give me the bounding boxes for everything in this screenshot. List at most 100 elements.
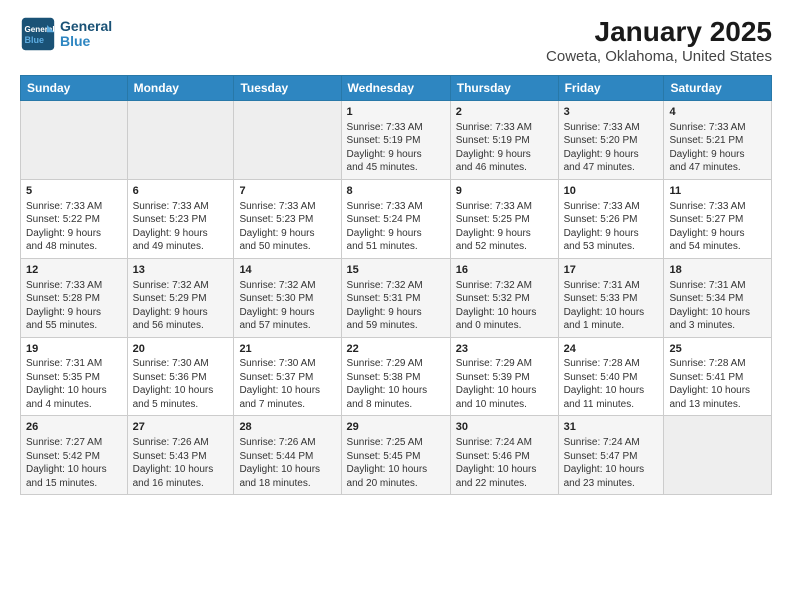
day-number: 22 <box>347 342 445 357</box>
title-block: January 2025 Coweta, Oklahoma, United St… <box>546 16 772 65</box>
calendar-cell: 15Sunrise: 7:32 AM Sunset: 5:31 PM Dayli… <box>341 258 450 337</box>
day-number: 17 <box>564 263 659 278</box>
day-info: Sunrise: 7:31 AM Sunset: 5:34 PM Dayligh… <box>669 279 766 333</box>
calendar-cell: 31Sunrise: 7:24 AM Sunset: 5:47 PM Dayli… <box>558 416 664 495</box>
day-info: Sunrise: 7:33 AM Sunset: 5:20 PM Dayligh… <box>564 121 659 175</box>
day-number: 26 <box>26 420 122 435</box>
day-number: 4 <box>669 105 766 120</box>
calendar-cell: 16Sunrise: 7:32 AM Sunset: 5:32 PM Dayli… <box>450 258 558 337</box>
calendar-cell: 26Sunrise: 7:27 AM Sunset: 5:42 PM Dayli… <box>21 416 128 495</box>
day-info: Sunrise: 7:26 AM Sunset: 5:44 PM Dayligh… <box>239 436 335 490</box>
day-info: Sunrise: 7:33 AM Sunset: 5:22 PM Dayligh… <box>26 200 122 254</box>
day-info: Sunrise: 7:32 AM Sunset: 5:32 PM Dayligh… <box>456 279 553 333</box>
calendar-cell: 17Sunrise: 7:31 AM Sunset: 5:33 PM Dayli… <box>558 258 664 337</box>
calendar-cell: 3Sunrise: 7:33 AM Sunset: 5:20 PM Daylig… <box>558 101 664 180</box>
day-number: 24 <box>564 342 659 357</box>
day-number: 21 <box>239 342 335 357</box>
day-info: Sunrise: 7:33 AM Sunset: 5:24 PM Dayligh… <box>347 200 445 254</box>
weekday-header-wednesday: Wednesday <box>341 76 450 101</box>
page-container: General Blue General Blue January 2025 C… <box>0 0 792 505</box>
day-number: 3 <box>564 105 659 120</box>
day-number: 16 <box>456 263 553 278</box>
calendar-cell: 9Sunrise: 7:33 AM Sunset: 5:25 PM Daylig… <box>450 179 558 258</box>
calendar-week-4: 19Sunrise: 7:31 AM Sunset: 5:35 PM Dayli… <box>21 337 772 416</box>
day-info: Sunrise: 7:29 AM Sunset: 5:39 PM Dayligh… <box>456 357 553 411</box>
logo-text: General Blue <box>60 19 112 50</box>
calendar-cell: 12Sunrise: 7:33 AM Sunset: 5:28 PM Dayli… <box>21 258 128 337</box>
calendar-cell: 4Sunrise: 7:33 AM Sunset: 5:21 PM Daylig… <box>664 101 772 180</box>
header: General Blue General Blue January 2025 C… <box>20 16 772 65</box>
day-number: 13 <box>133 263 229 278</box>
day-info: Sunrise: 7:32 AM Sunset: 5:30 PM Dayligh… <box>239 279 335 333</box>
day-info: Sunrise: 7:24 AM Sunset: 5:46 PM Dayligh… <box>456 436 553 490</box>
day-info: Sunrise: 7:33 AM Sunset: 5:19 PM Dayligh… <box>456 121 553 175</box>
day-number: 29 <box>347 420 445 435</box>
day-info: Sunrise: 7:31 AM Sunset: 5:33 PM Dayligh… <box>564 279 659 333</box>
day-info: Sunrise: 7:28 AM Sunset: 5:41 PM Dayligh… <box>669 357 766 411</box>
day-info: Sunrise: 7:28 AM Sunset: 5:40 PM Dayligh… <box>564 357 659 411</box>
calendar-table: SundayMondayTuesdayWednesdayThursdayFrid… <box>20 75 772 495</box>
calendar-cell: 18Sunrise: 7:31 AM Sunset: 5:34 PM Dayli… <box>664 258 772 337</box>
day-info: Sunrise: 7:32 AM Sunset: 5:29 PM Dayligh… <box>133 279 229 333</box>
day-info: Sunrise: 7:33 AM Sunset: 5:25 PM Dayligh… <box>456 200 553 254</box>
day-number: 6 <box>133 184 229 199</box>
calendar-cell <box>21 101 128 180</box>
logo-icon: General Blue <box>20 16 56 52</box>
day-info: Sunrise: 7:33 AM Sunset: 5:19 PM Dayligh… <box>347 121 445 175</box>
calendar-cell <box>234 101 341 180</box>
calendar-title: January 2025 <box>546 16 772 48</box>
calendar-cell: 28Sunrise: 7:26 AM Sunset: 5:44 PM Dayli… <box>234 416 341 495</box>
calendar-subtitle: Coweta, Oklahoma, United States <box>546 48 772 65</box>
day-number: 28 <box>239 420 335 435</box>
day-number: 12 <box>26 263 122 278</box>
weekday-header-monday: Monday <box>127 76 234 101</box>
calendar-cell: 27Sunrise: 7:26 AM Sunset: 5:43 PM Dayli… <box>127 416 234 495</box>
calendar-cell: 8Sunrise: 7:33 AM Sunset: 5:24 PM Daylig… <box>341 179 450 258</box>
day-number: 20 <box>133 342 229 357</box>
day-info: Sunrise: 7:33 AM Sunset: 5:21 PM Dayligh… <box>669 121 766 175</box>
calendar-cell: 14Sunrise: 7:32 AM Sunset: 5:30 PM Dayli… <box>234 258 341 337</box>
calendar-cell: 22Sunrise: 7:29 AM Sunset: 5:38 PM Dayli… <box>341 337 450 416</box>
day-info: Sunrise: 7:31 AM Sunset: 5:35 PM Dayligh… <box>26 357 122 411</box>
calendar-week-1: 1Sunrise: 7:33 AM Sunset: 5:19 PM Daylig… <box>21 101 772 180</box>
calendar-cell: 1Sunrise: 7:33 AM Sunset: 5:19 PM Daylig… <box>341 101 450 180</box>
day-info: Sunrise: 7:33 AM Sunset: 5:23 PM Dayligh… <box>239 200 335 254</box>
day-number: 5 <box>26 184 122 199</box>
calendar-cell: 7Sunrise: 7:33 AM Sunset: 5:23 PM Daylig… <box>234 179 341 258</box>
calendar-cell: 20Sunrise: 7:30 AM Sunset: 5:36 PM Dayli… <box>127 337 234 416</box>
svg-text:Blue: Blue <box>25 35 45 45</box>
calendar-cell: 21Sunrise: 7:30 AM Sunset: 5:37 PM Dayli… <box>234 337 341 416</box>
calendar-cell: 30Sunrise: 7:24 AM Sunset: 5:46 PM Dayli… <box>450 416 558 495</box>
day-number: 10 <box>564 184 659 199</box>
calendar-cell <box>127 101 234 180</box>
calendar-week-2: 5Sunrise: 7:33 AM Sunset: 5:22 PM Daylig… <box>21 179 772 258</box>
calendar-cell: 6Sunrise: 7:33 AM Sunset: 5:23 PM Daylig… <box>127 179 234 258</box>
day-number: 15 <box>347 263 445 278</box>
calendar-cell <box>664 416 772 495</box>
day-info: Sunrise: 7:32 AM Sunset: 5:31 PM Dayligh… <box>347 279 445 333</box>
calendar-cell: 5Sunrise: 7:33 AM Sunset: 5:22 PM Daylig… <box>21 179 128 258</box>
weekday-header-friday: Friday <box>558 76 664 101</box>
day-info: Sunrise: 7:26 AM Sunset: 5:43 PM Dayligh… <box>133 436 229 490</box>
day-number: 18 <box>669 263 766 278</box>
logo: General Blue General Blue <box>20 16 112 52</box>
calendar-cell: 24Sunrise: 7:28 AM Sunset: 5:40 PM Dayli… <box>558 337 664 416</box>
day-number: 1 <box>347 105 445 120</box>
day-info: Sunrise: 7:33 AM Sunset: 5:23 PM Dayligh… <box>133 200 229 254</box>
day-info: Sunrise: 7:25 AM Sunset: 5:45 PM Dayligh… <box>347 436 445 490</box>
day-info: Sunrise: 7:30 AM Sunset: 5:36 PM Dayligh… <box>133 357 229 411</box>
day-number: 23 <box>456 342 553 357</box>
weekday-header-tuesday: Tuesday <box>234 76 341 101</box>
day-number: 30 <box>456 420 553 435</box>
day-info: Sunrise: 7:24 AM Sunset: 5:47 PM Dayligh… <box>564 436 659 490</box>
calendar-cell: 10Sunrise: 7:33 AM Sunset: 5:26 PM Dayli… <box>558 179 664 258</box>
day-number: 31 <box>564 420 659 435</box>
day-info: Sunrise: 7:29 AM Sunset: 5:38 PM Dayligh… <box>347 357 445 411</box>
day-number: 19 <box>26 342 122 357</box>
day-info: Sunrise: 7:33 AM Sunset: 5:26 PM Dayligh… <box>564 200 659 254</box>
weekday-header-thursday: Thursday <box>450 76 558 101</box>
day-info: Sunrise: 7:33 AM Sunset: 5:27 PM Dayligh… <box>669 200 766 254</box>
day-number: 25 <box>669 342 766 357</box>
calendar-week-3: 12Sunrise: 7:33 AM Sunset: 5:28 PM Dayli… <box>21 258 772 337</box>
weekday-header-sunday: Sunday <box>21 76 128 101</box>
